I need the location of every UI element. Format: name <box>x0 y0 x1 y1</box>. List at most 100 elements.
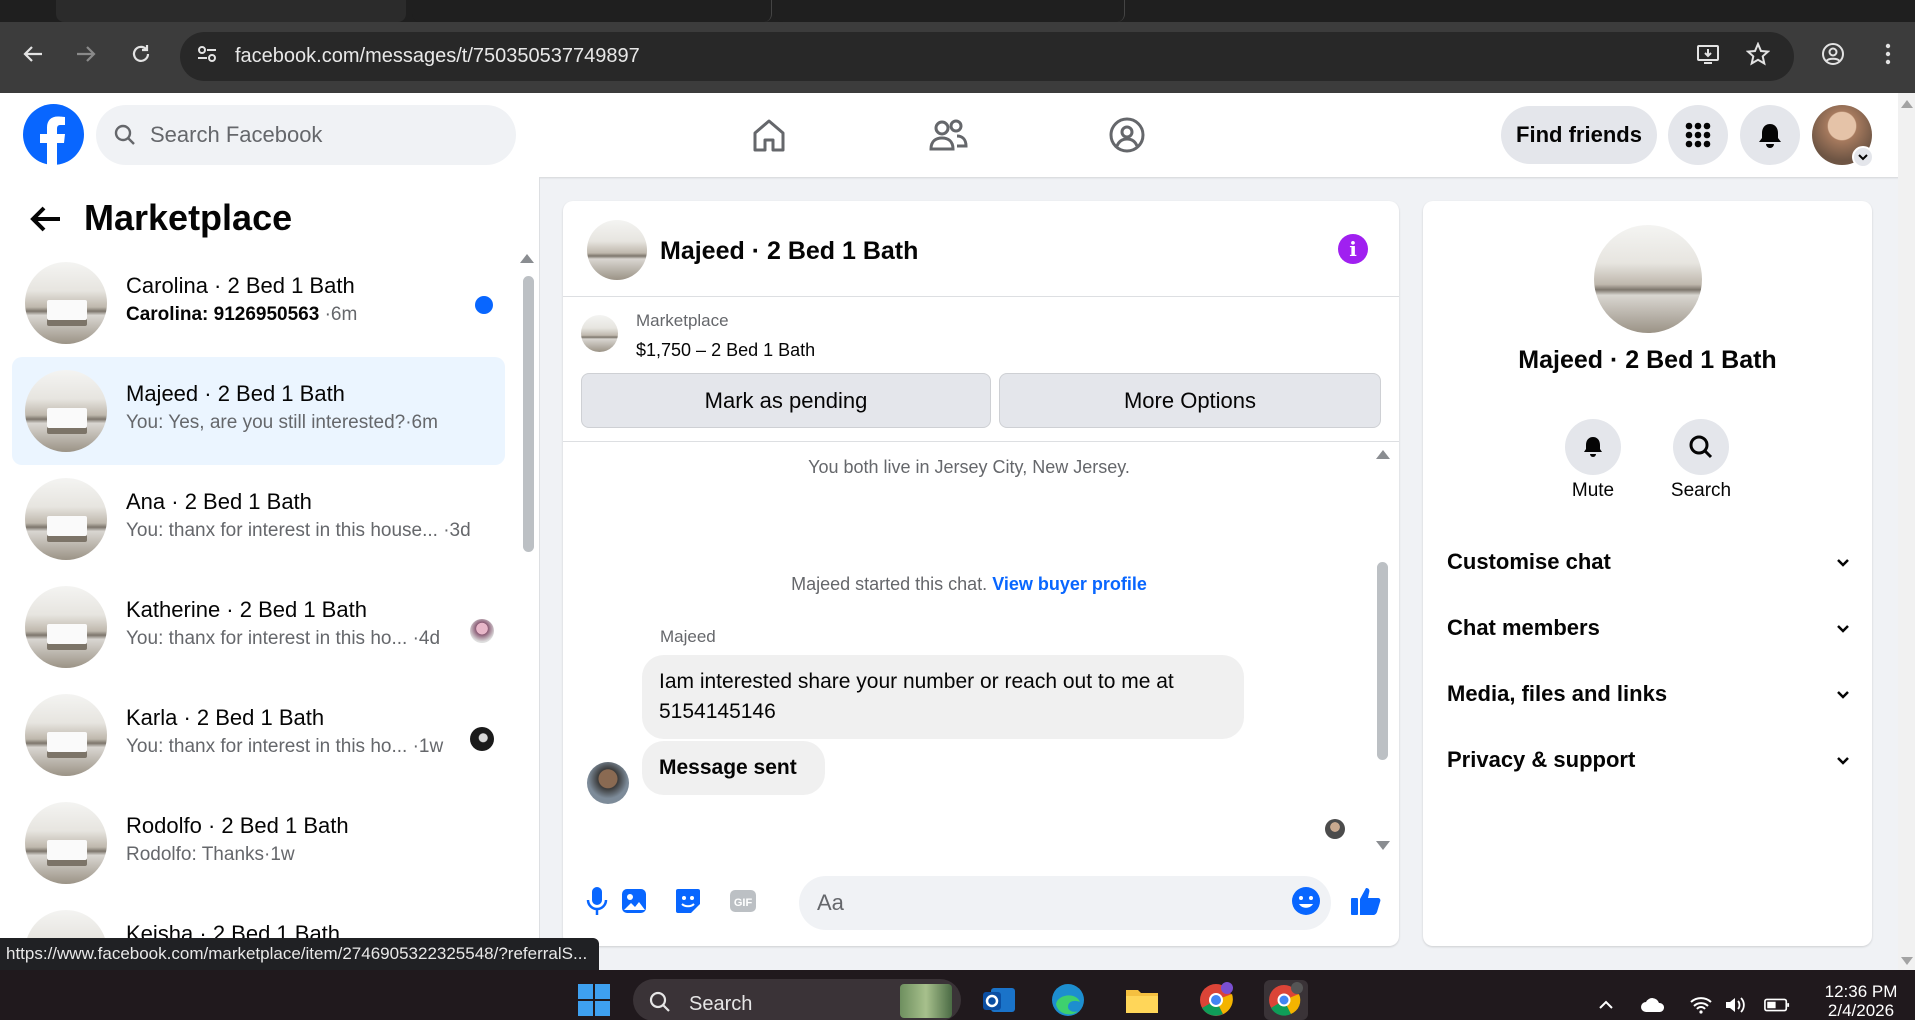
outlook-icon[interactable] <box>981 982 1017 1018</box>
details-name: Majeed · 2 Bed 1 Bath <box>1518 346 1777 374</box>
profile-icon[interactable] <box>1821 42 1845 66</box>
conversation-preview: You: Yes, are you still interested?·6m <box>126 412 438 433</box>
location-note: You both live in Jersey City, New Jersey… <box>808 457 1130 477</box>
bookmark-star-icon[interactable] <box>1746 42 1770 66</box>
sender-avatar[interactable] <box>587 762 629 804</box>
browser-tabstrip <box>0 0 1915 22</box>
search-label[interactable]: Search <box>1651 480 1751 502</box>
facebook-logo[interactable] <box>23 104 84 165</box>
scroll-up-arrow[interactable] <box>1376 450 1390 459</box>
listing-avatar <box>25 586 107 668</box>
url-text[interactable]: facebook.com/messages/t/750350537749897 <box>235 45 640 68</box>
message-input[interactable] <box>799 876 1331 930</box>
friends-icon[interactable] <box>926 113 970 157</box>
listing-avatar <box>25 478 107 560</box>
browser-menu-icon[interactable] <box>1876 42 1900 66</box>
conversation-item[interactable]: Karla · 2 Bed 1 Bath You: thanx for inte… <box>12 681 505 789</box>
taskbar-search-label[interactable]: Search <box>689 993 752 1016</box>
groups-icon[interactable] <box>1105 113 1149 157</box>
back-icon[interactable] <box>21 42 45 66</box>
sticker-icon[interactable] <box>672 885 704 917</box>
status-link-preview: https://www.facebook.com/marketplace/ite… <box>0 938 600 970</box>
install-app-icon[interactable] <box>1696 42 1720 66</box>
conversation-name: Ana · 2 Bed 1 Bath <box>126 489 312 514</box>
scroll-up-arrow[interactable] <box>1901 100 1913 108</box>
message-bubble[interactable]: Message sent <box>642 741 825 795</box>
clock-time: 12:36 PM <box>1824 982 1898 1001</box>
find-friends-button[interactable]: Find friends <box>1501 106 1657 164</box>
browser-tab[interactable] <box>412 0 772 22</box>
edge-browser-icon[interactable] <box>1050 982 1086 1018</box>
chrome-icon[interactable] <box>1198 982 1234 1018</box>
system-clock[interactable]: 12:36 PM 2/4/2026 <box>1816 982 1906 1020</box>
details-avatar[interactable] <box>1594 225 1702 333</box>
gif-icon[interactable]: GIF <box>727 885 759 917</box>
scroll-down-arrow[interactable] <box>1376 841 1390 850</box>
forward-icon[interactable] <box>74 42 98 66</box>
browser-tab-active[interactable] <box>56 0 406 22</box>
volume-icon[interactable] <box>1723 994 1749 1016</box>
file-explorer-icon[interactable] <box>1124 982 1160 1018</box>
media-files-links-row[interactable]: Media, files and links <box>1447 675 1855 715</box>
conversation-name: Majeed · 2 Bed 1 Bath <box>126 381 345 406</box>
read-receipt-avatar <box>1325 819 1345 839</box>
conversation-item[interactable]: Ana · 2 Bed 1 Bath You: thanx for intere… <box>12 465 505 573</box>
mute-bell-icon[interactable] <box>1565 419 1621 475</box>
listing-price-title[interactable]: $1,750 – 2 Bed 1 Bath <box>636 340 815 361</box>
search-icon <box>113 123 137 152</box>
conversation-item[interactable]: Rodolfo · 2 Bed 1 Bath Rodolfo: Thanks·1… <box>12 789 505 897</box>
home-icon[interactable] <box>747 113 791 157</box>
start-windows-icon[interactable] <box>576 982 612 1018</box>
chat-title[interactable]: Majeed · 2 Bed 1 Bath <box>660 237 918 266</box>
browser-tab[interactable] <box>775 0 1125 22</box>
panel-title: Marketplace <box>84 197 293 238</box>
chevron-down-icon <box>1831 551 1855 575</box>
mark-as-pending-button[interactable]: Mark as pending <box>581 373 991 428</box>
site-settings-icon[interactable] <box>195 42 219 66</box>
conversation-list-scrollbar[interactable] <box>523 276 534 552</box>
like-thumb-icon[interactable] <box>1350 885 1382 917</box>
notifications-bell-icon[interactable] <box>1740 105 1800 165</box>
cloud-icon[interactable] <box>1640 994 1666 1016</box>
chevron-down-icon[interactable] <box>1852 146 1874 168</box>
seen-avatar <box>470 727 494 751</box>
more-options-button[interactable]: More Options <box>999 373 1381 428</box>
conversation-name: Rodolfo · 2 Bed 1 Bath <box>126 813 349 838</box>
scroll-down-arrow[interactable] <box>1901 957 1913 965</box>
conversation-preview: You: thanx for interest in this ho... ·1… <box>126 736 444 757</box>
mute-label[interactable]: Mute <box>1543 480 1643 502</box>
photo-icon[interactable] <box>618 885 650 917</box>
chat-avatar[interactable] <box>587 220 647 280</box>
conversation-item[interactable]: Katherine · 2 Bed 1 Bath You: thanx for … <box>12 573 505 681</box>
conversation-item-selected[interactable]: Majeed · 2 Bed 1 Bath You: Yes, are you … <box>12 357 505 465</box>
chevron-down-icon <box>1831 683 1855 707</box>
privacy-support-row[interactable]: Privacy & support <box>1447 741 1855 781</box>
search-in-chat-icon[interactable] <box>1673 419 1729 475</box>
menu-grid-icon[interactable] <box>1668 105 1728 165</box>
conversation-name: Katherine · 2 Bed 1 Bath <box>126 597 367 622</box>
scroll-up-arrow[interactable] <box>520 254 534 263</box>
message-bubble[interactable]: Iam interested share your number or reac… <box>642 655 1244 739</box>
wifi-icon[interactable] <box>1688 994 1714 1016</box>
back-arrow-icon[interactable] <box>30 203 64 235</box>
page-scrollbar[interactable] <box>1898 93 1915 970</box>
search-input[interactable]: Search Facebook <box>150 122 322 148</box>
listing-avatar <box>25 262 107 344</box>
emoji-icon[interactable] <box>1290 885 1322 917</box>
info-icon[interactable]: i <box>1338 234 1368 264</box>
customise-chat-row[interactable]: Customise chat <box>1447 543 1855 583</box>
search-highlight-image <box>900 984 952 1018</box>
microphone-icon[interactable] <box>581 885 613 917</box>
chat-members-row[interactable]: Chat members <box>1447 609 1855 649</box>
chrome-active-icon[interactable] <box>1264 980 1308 1020</box>
listing-avatar <box>25 802 107 884</box>
battery-icon[interactable] <box>1764 994 1790 1016</box>
reload-icon[interactable] <box>129 42 153 66</box>
conversation-item[interactable]: Carolina · 2 Bed 1 Bath Carolina: 912695… <box>12 249 505 357</box>
chat-scrollbar[interactable] <box>1377 562 1388 760</box>
listing-thumbnail[interactable] <box>581 315 618 352</box>
view-buyer-profile-link[interactable]: View buyer profile <box>992 574 1147 594</box>
chevron-up-icon[interactable] <box>1593 994 1619 1016</box>
section-label: Customise chat <box>1447 549 1611 574</box>
section-label: Privacy & support <box>1447 747 1636 772</box>
